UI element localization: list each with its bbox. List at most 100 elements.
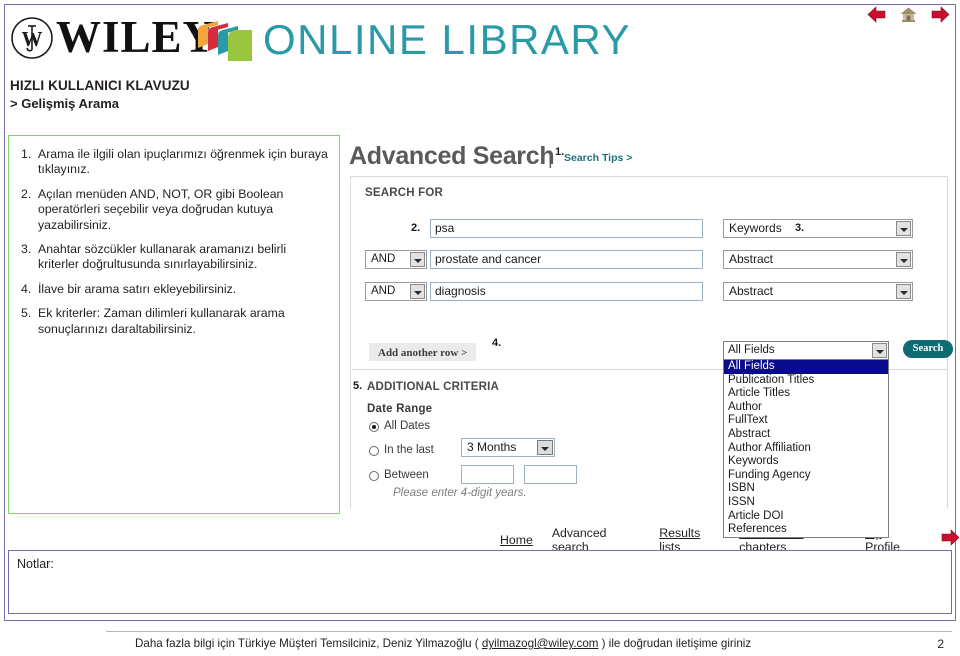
instruction-text: Anahtar sözcükler kullanarak aramanızı b… [38,242,287,272]
online-library-wordmark: ONLINE LIBRARY [263,16,632,63]
instruction-text: Ek kriterler: Zaman dilimleri kullanarak… [38,306,285,336]
radio-between-label: Between [384,469,429,481]
search-query-input-1[interactable]: psa [430,219,703,238]
chevron-down-icon[interactable] [896,252,911,267]
option-item[interactable]: Keywords [724,455,888,469]
footer-email-link[interactable]: dyilmazogl@wiley.com [482,637,599,650]
notes-label: Notlar: [17,557,54,571]
year-from-input[interactable] [461,465,514,484]
instruction-text: Açılan menüden AND, NOT, OR gibi Boolean… [38,186,284,232]
option-item[interactable]: FullText [724,414,888,428]
wiley-logo-icon: W [10,16,54,60]
radio-all-dates[interactable] [369,422,379,432]
instructions-panel: 1. Arama ile ilgili olan ipuçlarımızı öğ… [8,135,340,514]
guide-subtitle: > Gelişmiş Arama [10,96,119,111]
operator-select-2-value: AND [371,253,396,265]
option-item[interactable]: Author [724,401,888,415]
option-item[interactable]: All Fields [724,360,888,374]
chevron-down-icon[interactable] [896,221,911,236]
add-another-row-button[interactable]: Add another row > [369,343,477,361]
option-item[interactable]: ISBN [724,482,888,496]
wiley-wordmark: WILEY [56,12,217,62]
instruction-item: 3. Anahtar sözcükler kullanarak aramanız… [21,242,329,273]
option-item[interactable]: ISSN [724,496,888,510]
instruction-text: Arama ile ilgili olan ipuçlarımızı öğren… [38,147,328,177]
months-select-value: 3 Months [467,440,517,454]
forward-arrow-icon[interactable] [931,6,950,23]
option-item[interactable]: References [724,523,888,537]
instruction-number: 1. [21,147,32,161]
instruction-number: 3. [21,242,32,257]
advanced-search-title: Advanced Search [349,142,555,170]
page-header: W WILEY ONLINE LIBRARY [0,0,960,74]
date-range-label: Date Range [367,403,433,415]
footer-text-after: ) ile doğrudan iletişime giriniz [598,637,752,650]
option-item[interactable]: Publication Titles [724,374,888,388]
search-button[interactable]: Search [903,340,953,358]
callout-3: 3. [795,222,805,234]
instruction-text: İlave bir arama satırı ekleyebilirsiniz. [38,281,237,296]
instruction-item: 4. İlave bir arama satırı ekleyebilirsin… [21,282,329,297]
header-nav-icons [867,6,950,23]
search-panel: SEARCH FOR 2. psa Keywords 3. AND prosta… [350,176,953,538]
chevron-down-icon[interactable] [872,343,887,358]
callout-4: 4. [492,337,502,349]
search-tips-link[interactable]: Search Tips > [564,152,632,164]
slide-page: W WILEY ONLINE LIBRARY HIZLI KULLANICI K… [0,0,960,656]
years-hint: Please enter 4-digit years. [393,487,527,499]
radio-in-the-last[interactable] [369,446,379,456]
instruction-item: 1. Arama ile ilgili olan ipuçlarımızı öğ… [21,147,329,178]
option-item[interactable]: Author Affiliation [724,442,888,456]
option-item[interactable]: Funding Agency [724,469,888,483]
forward-arrow-icon[interactable] [941,529,960,551]
instruction-number: 4. [21,281,32,296]
field-select-2-value: Abstract [729,252,774,266]
search-query-input-2[interactable]: prostate and cancer [430,250,703,269]
instruction-item: 2. Açılan menüden AND, NOT, OR gibi Bool… [21,187,329,233]
books-stack-icon [196,18,258,64]
page-footer: Daha fazla bilgi için Türkiye Müşteri Te… [0,634,960,656]
year-to-input[interactable] [524,465,577,484]
page-number: 2 [937,637,944,651]
instruction-item: 5. Ek kriterler: Zaman dilimleri kullana… [21,306,329,337]
callout-5: 5. [353,380,363,392]
field-select-3-value: Abstract [729,284,774,298]
operator-select-3[interactable]: AND [365,282,427,301]
operator-select-2[interactable]: AND [365,250,427,269]
callout-1: 1. [555,146,565,158]
chevron-down-icon[interactable] [537,440,553,455]
chevron-down-icon[interactable] [410,252,425,267]
notes-box[interactable]: Notlar: [8,550,952,614]
callout-2: 2. [411,222,421,234]
option-item[interactable]: Abstract [724,428,888,442]
chevron-down-icon[interactable] [896,284,911,299]
nav-link-home[interactable]: Home [500,533,533,547]
instruction-number: 2. [21,186,32,201]
field-select-3[interactable]: Abstract [723,282,913,301]
instruction-number: 5. [21,306,32,321]
field-options-list[interactable]: All Fields Publication Titles Article Ti… [723,360,889,538]
field-select-open-value: All Fields [728,344,775,356]
footer-text-before: Daha fazla bilgi için Türkiye Müşteri Te… [135,637,482,650]
guide-title: HIZLI KULLANICI KLAVUZU [10,78,190,93]
field-select-1-value: Keywords [729,221,782,235]
home-icon[interactable] [899,6,918,23]
radio-all-dates-label: All Dates [384,420,431,432]
field-select-open[interactable]: All Fields [723,341,889,360]
option-item[interactable]: Article DOI [724,510,888,524]
back-arrow-icon[interactable] [867,6,886,23]
search-for-label: SEARCH FOR [365,187,444,199]
search-query-input-3[interactable]: diagnosis [430,282,703,301]
field-select-1[interactable]: Keywords [723,219,913,238]
footer-contact-text: Daha fazla bilgi için Türkiye Müşteri Te… [135,637,751,650]
title-separator: | [548,148,553,168]
months-select[interactable]: 3 Months [461,438,555,457]
radio-in-the-last-label: In the last [384,444,434,456]
option-item[interactable]: Article Titles [724,387,888,401]
field-select-2[interactable]: Abstract [723,250,913,269]
operator-select-3-value: AND [371,285,396,297]
radio-between[interactable] [369,471,379,481]
footer-divider [106,631,952,632]
chevron-down-icon[interactable] [410,284,425,299]
additional-criteria-label: ADDITIONAL CRITERIA [367,381,500,393]
